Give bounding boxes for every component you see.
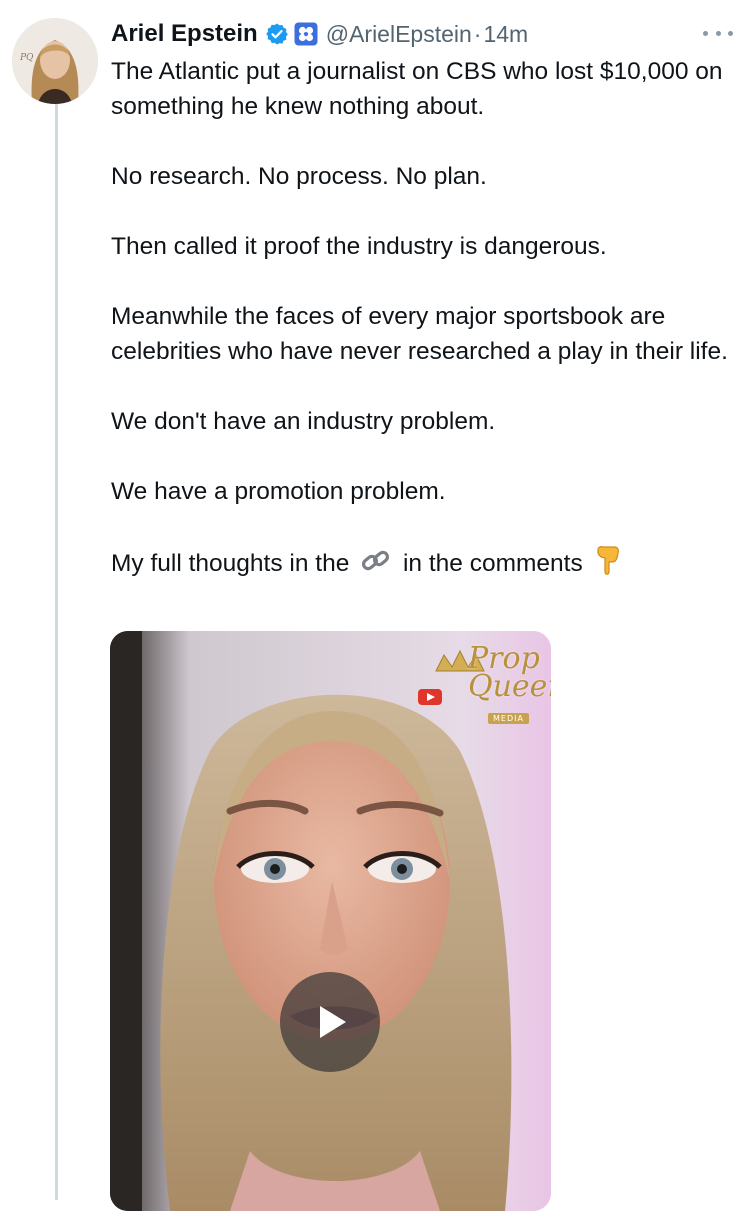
author-handle[interactable]: @ArielEpstein [326,21,472,48]
avatar-photo: PQ [12,18,98,104]
tweet-paragraph-last: My full thoughts in the in the comments [111,544,743,586]
header-separator: · [473,20,482,47]
more-dot [715,30,721,36]
avatar-monogram: PQ [19,53,34,63]
avatar[interactable]: PQ [12,18,98,104]
last-line-before: My full thoughts in the [111,550,350,577]
play-icon[interactable] [280,972,380,1072]
tweet-header: Ariel Epstein @ArielEpstein · 14m [111,17,707,51]
tweet-paragraph: No research. No process. No plan. [111,163,487,190]
more-dot [728,30,733,36]
video-thumbnail[interactable]: Prop Queen MEDIA [110,631,551,1211]
thread-connector-line [55,104,58,1200]
author-name[interactable]: Ariel Epstein [111,20,258,48]
more-options-icon[interactable] [703,22,733,44]
watermark-title: Prop Queen [468,641,551,704]
last-line-after: in the comments [402,550,583,577]
timestamp[interactable]: 14m [483,21,528,48]
verified-badge-icon[interactable] [265,22,289,46]
pointing-down-emoji-icon [594,544,622,586]
affiliate-badge-icon[interactable] [294,22,318,46]
link-emoji-icon [360,546,392,586]
tweet-text: The Atlantic put a journalist on CBS who… [111,54,743,586]
watermark-subtitle: MEDIA [488,713,529,724]
tweet-paragraph: Meanwhile the faces of every major sport… [111,303,728,365]
tweet-paragraph: The Atlantic put a journalist on CBS who… [111,58,723,120]
tweet-paragraph: Then called it proof the industry is dan… [111,233,607,260]
tweet-paragraph: We don't have an industry problem. [111,408,496,435]
tweet-paragraph: We have a promotion problem. [111,478,446,505]
more-dot [703,30,708,36]
